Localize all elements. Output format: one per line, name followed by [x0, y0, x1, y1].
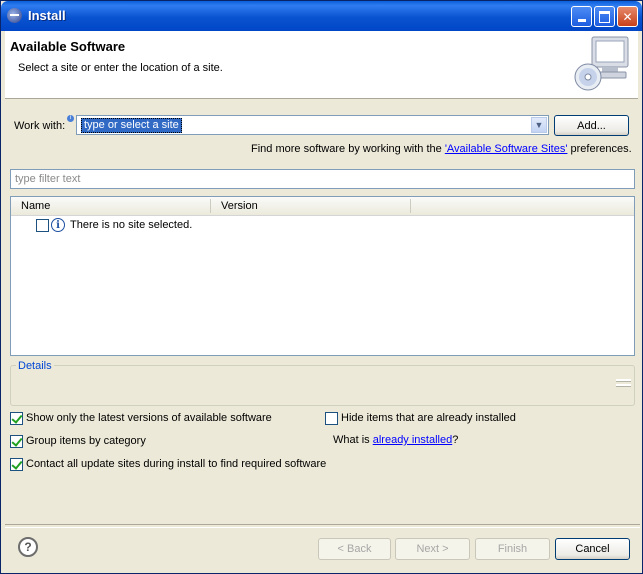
details-group: Details: [10, 360, 635, 406]
column-separator[interactable]: [210, 199, 211, 213]
table-header: Name Version: [11, 197, 634, 216]
back-button[interactable]: < Back: [318, 538, 391, 560]
software-table[interactable]: Name Version i There is no site selected…: [10, 196, 635, 356]
latest-versions-label[interactable]: Show only the latest versions of availab…: [26, 412, 272, 424]
cancel-button[interactable]: Cancel: [555, 538, 630, 560]
work-with-value: type or select a site: [81, 118, 182, 133]
title-bar[interactable]: Install ✕: [1, 1, 642, 31]
work-with-label: Work with:: [14, 120, 66, 132]
details-label: Details: [16, 360, 54, 372]
find-more-suffix: preferences.: [567, 143, 632, 155]
hide-installed-checkbox[interactable]: [325, 412, 338, 425]
minimize-icon: [577, 19, 586, 22]
info-icon: i: [51, 218, 65, 232]
column-name[interactable]: Name: [21, 200, 50, 212]
group-by-category-checkbox[interactable]: [10, 435, 23, 448]
close-icon: ✕: [622, 9, 633, 24]
work-with-combo[interactable]: type or select a site ▼: [76, 115, 549, 135]
contact-sites-checkbox[interactable]: [10, 458, 23, 471]
group-by-category-label[interactable]: Group items by category: [26, 435, 146, 447]
install-software-icon: [574, 36, 629, 91]
hide-installed-label[interactable]: Hide items that are already installed: [341, 412, 516, 424]
info-icon: i: [67, 115, 74, 122]
latest-versions-checkbox[interactable]: [10, 412, 23, 425]
find-more-text: Find more software by working with the '…: [251, 143, 632, 155]
finish-button[interactable]: Finish: [475, 538, 550, 560]
help-icon[interactable]: ?: [18, 537, 38, 557]
chevron-down-icon[interactable]: ▼: [531, 117, 547, 133]
page-title: Available Software: [10, 39, 126, 54]
find-more-prefix: Find more software by working with the: [251, 143, 445, 155]
minimize-button[interactable]: [571, 6, 592, 27]
eclipse-icon: [7, 8, 22, 23]
add-button[interactable]: Add...: [554, 115, 629, 136]
no-site-message: There is no site selected.: [70, 219, 193, 231]
what-is-prefix: What is: [333, 434, 373, 446]
row-checkbox[interactable]: [36, 219, 49, 232]
window-title: Install: [28, 8, 66, 23]
column-version[interactable]: Version: [221, 200, 258, 212]
maximize-button[interactable]: [594, 6, 615, 27]
footer-separator: [5, 524, 640, 528]
filter-placeholder: type filter text: [15, 173, 81, 185]
sash-grip-icon[interactable]: [616, 378, 631, 388]
what-is-installed-text: What is already installed?: [333, 434, 458, 446]
what-is-suffix: ?: [452, 434, 459, 446]
close-button[interactable]: ✕: [617, 6, 638, 27]
contact-sites-label[interactable]: Contact all update sites during install …: [26, 458, 326, 470]
table-row[interactable]: i There is no site selected.: [11, 217, 634, 234]
available-software-sites-link[interactable]: 'Available Software Sites': [445, 143, 568, 155]
page-description: Select a site or enter the location of a…: [18, 62, 223, 74]
filter-input[interactable]: type filter text: [10, 169, 635, 189]
maximize-icon: [599, 10, 610, 23]
column-separator[interactable]: [410, 199, 411, 213]
already-installed-link[interactable]: already installed: [373, 434, 453, 446]
install-window: Install ✕ Available Software Select a si…: [0, 0, 643, 574]
dialog-header: Available Software Select a site or ente…: [5, 31, 638, 99]
next-button[interactable]: Next >: [395, 538, 470, 560]
